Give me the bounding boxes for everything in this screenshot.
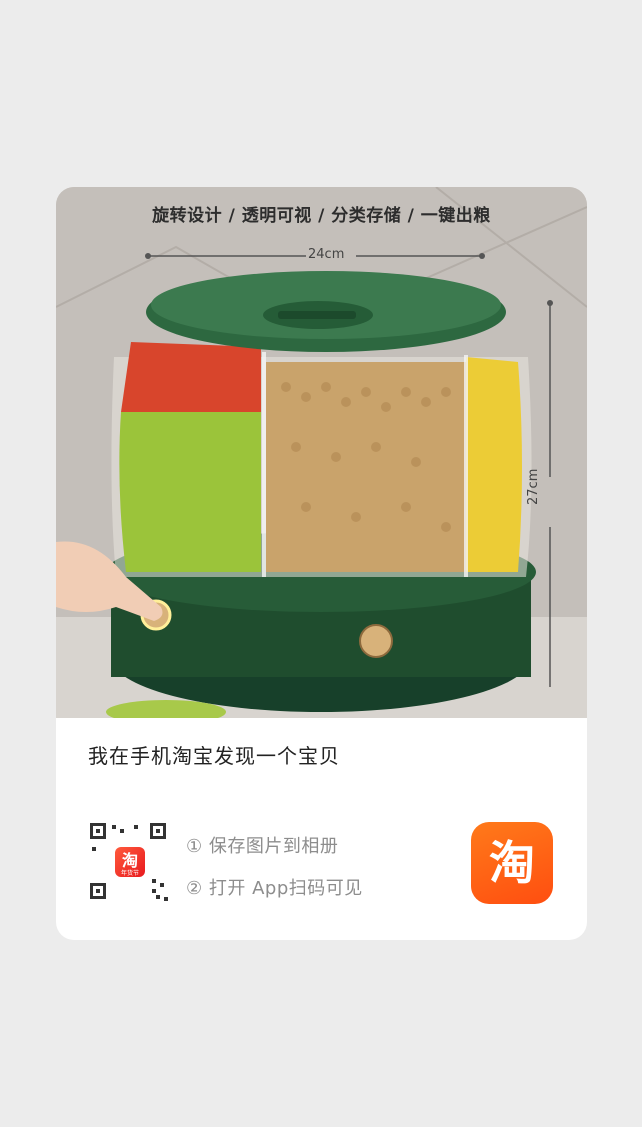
step-open-app: ② 打开 App扫码可见: [186, 878, 363, 899]
share-card: 旋转设计 / 透明可视 / 分类存储 / 一键出粮 24cm 27cm 我在手机…: [56, 187, 587, 940]
qr-logo-sub: 年货节: [120, 870, 139, 877]
taobao-qr-logo: 淘 年货节: [115, 847, 145, 877]
share-title: 我在手机淘宝发现一个宝贝: [88, 744, 340, 768]
product-image[interactable]: 旋转设计 / 透明可视 / 分类存储 / 一键出粮 24cm 27cm: [56, 187, 587, 718]
height-dimension-label: 27cm: [526, 468, 541, 505]
rice-dispenser-illustration: [56, 187, 587, 718]
step-save-image: ① 保存图片到相册: [186, 836, 339, 857]
width-dimension-label: 24cm: [308, 247, 345, 262]
taobao-app-icon[interactable]: 淘: [471, 822, 553, 904]
qr-code[interactable]: 淘 年货节: [90, 823, 170, 903]
product-caption: 旋转设计 / 透明可视 / 分类存储 / 一键出粮: [152, 206, 491, 226]
qr-logo-text: 淘: [121, 851, 138, 870]
